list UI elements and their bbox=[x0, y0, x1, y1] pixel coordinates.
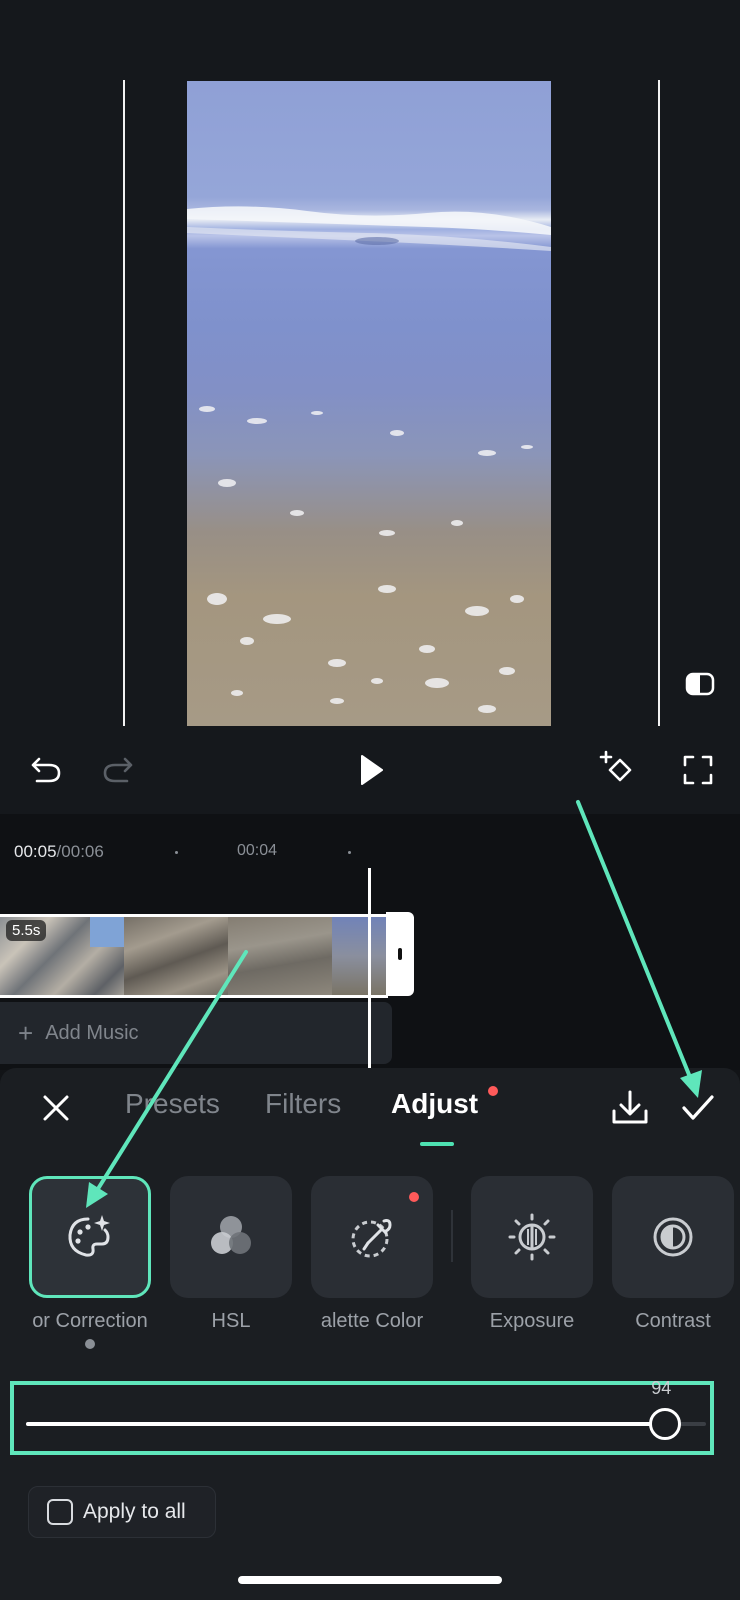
panel-header: Presets Filters Adjust bbox=[0, 1068, 740, 1148]
home-indicator bbox=[238, 1576, 502, 1584]
ruler-time-label: 00:04 bbox=[237, 842, 278, 859]
tool-label-palette-color: alette Color bbox=[320, 1310, 424, 1332]
tool-divider bbox=[451, 1210, 453, 1262]
apply-to-all-toggle[interactable]: Apply to all bbox=[28, 1486, 216, 1538]
tab-adjust[interactable]: Adjust bbox=[391, 1088, 478, 1120]
close-icon[interactable] bbox=[34, 1086, 78, 1130]
clip-thumbnail bbox=[332, 917, 388, 995]
current-time: 00:05 bbox=[14, 842, 57, 861]
selected-tool-indicator bbox=[85, 1339, 95, 1349]
video-clip[interactable] bbox=[0, 914, 388, 998]
beach-video-image bbox=[187, 206, 551, 713]
add-keyframe-icon[interactable] bbox=[596, 748, 640, 792]
add-music-button[interactable]: + Add Music bbox=[0, 1002, 392, 1064]
clip-thumbnail bbox=[228, 917, 332, 995]
tool-label-contrast: Contrast bbox=[635, 1310, 711, 1332]
confirm-check-icon[interactable] bbox=[676, 1086, 720, 1130]
playhead[interactable] bbox=[368, 868, 371, 1070]
split-compare-icon[interactable] bbox=[684, 668, 716, 700]
slider-value: 94 bbox=[651, 1378, 672, 1398]
crop-guide-left bbox=[123, 80, 125, 726]
ruler-tick bbox=[348, 851, 351, 854]
hsl-circles-icon bbox=[211, 1216, 251, 1254]
notification-dot bbox=[488, 1086, 498, 1096]
apply-to-all-checkbox[interactable] bbox=[47, 1499, 73, 1525]
video-preview bbox=[0, 0, 740, 728]
total-time: 00:06 bbox=[61, 842, 104, 861]
tab-filters[interactable]: Filters bbox=[265, 1088, 341, 1120]
tool-contrast[interactable] bbox=[612, 1176, 734, 1298]
playback-controls bbox=[0, 728, 740, 814]
clip-trim-handle[interactable] bbox=[386, 912, 414, 996]
contrast-icon bbox=[653, 1217, 693, 1257]
plus-icon: + bbox=[18, 1017, 34, 1048]
slider-highlight-annotation bbox=[10, 1381, 714, 1455]
palette-sparkle-icon bbox=[68, 1215, 110, 1257]
tool-label-color-correction: or Correction bbox=[32, 1310, 148, 1332]
add-music-label: Add Music bbox=[45, 1021, 139, 1044]
tool-label-exposure: Exposure bbox=[489, 1310, 575, 1332]
crop-guide-right bbox=[658, 80, 660, 726]
active-tab-indicator bbox=[420, 1142, 454, 1146]
undo-icon[interactable] bbox=[24, 748, 68, 792]
ruler-tick bbox=[175, 851, 178, 854]
play-icon[interactable] bbox=[349, 748, 393, 792]
apply-to-all-label: Apply to all bbox=[83, 1500, 186, 1523]
tool-hsl[interactable] bbox=[170, 1176, 292, 1298]
clip-thumbnail-sky bbox=[90, 917, 124, 947]
tool-exposure[interactable] bbox=[471, 1176, 593, 1298]
timeline[interactable]: 00:05/00:06 00:04 5.5s + Add Music bbox=[0, 814, 740, 1070]
eyedropper-icon bbox=[351, 1219, 392, 1258]
clip-duration-badge: 5.5s bbox=[6, 920, 47, 941]
tool-color-correction[interactable] bbox=[29, 1176, 151, 1298]
fullscreen-icon[interactable] bbox=[676, 748, 720, 792]
redo-icon[interactable] bbox=[96, 748, 140, 792]
notification-dot bbox=[409, 1192, 419, 1202]
exposure-icon bbox=[508, 1213, 556, 1261]
video-frame[interactable] bbox=[187, 81, 551, 726]
tool-label-hsl: HSL bbox=[211, 1310, 251, 1332]
timecode: 00:05/00:06 bbox=[14, 842, 104, 862]
clip-thumbnail bbox=[124, 917, 228, 995]
adjust-panel: Presets Filters Adjust or Correction HSL bbox=[0, 1068, 740, 1600]
download-icon[interactable] bbox=[608, 1086, 652, 1130]
tab-presets[interactable]: Presets bbox=[125, 1088, 220, 1120]
slider-knob[interactable] bbox=[649, 1408, 682, 1440]
intensity-slider-track[interactable] bbox=[26, 1422, 706, 1426]
slider-fill bbox=[26, 1422, 666, 1426]
